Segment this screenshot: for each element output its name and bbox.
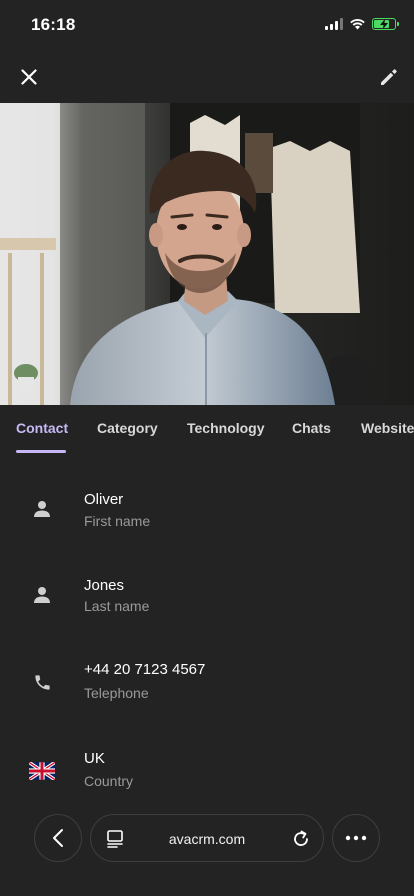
reload-icon[interactable] (291, 829, 311, 849)
more-button[interactable] (332, 814, 380, 862)
status-bar: 16:18 (0, 0, 414, 50)
last-name-value: Jones (84, 577, 125, 594)
tab-contact[interactable]: Contact (16, 420, 68, 436)
telephone-value: +44 20 7123 4567 (84, 661, 206, 678)
country-label: Country (84, 773, 134, 789)
browser-bar: avacrm.com (0, 812, 414, 864)
field-country[interactable]: UK Country (0, 741, 414, 801)
field-first-name[interactable]: Oliver First name (0, 482, 414, 542)
battery-charging-icon (372, 17, 399, 30)
edit-pencil-icon (381, 69, 397, 85)
wifi-icon (350, 19, 365, 30)
edit-button[interactable] (374, 62, 404, 92)
status-time: 16:18 (31, 15, 76, 34)
uk-flag-icon (29, 758, 55, 784)
last-name-label: Last name (84, 598, 150, 614)
field-telephone[interactable]: +44 20 7123 4567 Telephone (0, 652, 414, 712)
back-button[interactable] (34, 814, 82, 862)
first-name-label: First name (84, 513, 151, 529)
close-icon (21, 69, 37, 85)
back-icon (53, 829, 63, 847)
active-tab-indicator (16, 450, 66, 453)
close-button[interactable] (14, 62, 44, 92)
tab-technology[interactable]: Technology (187, 420, 265, 436)
tab-bar: Contact Category Technology Chats Websit… (0, 405, 414, 453)
tab-website[interactable]: Website (361, 420, 414, 436)
person-icon (29, 496, 55, 522)
top-bar (0, 56, 414, 98)
tab-category[interactable]: Category (97, 420, 158, 436)
telephone-label: Telephone (84, 685, 149, 701)
field-last-name[interactable]: Jones Last name (0, 568, 414, 628)
country-value: UK (84, 750, 105, 767)
url-text: avacrm.com (168, 831, 246, 847)
signal-icon (325, 17, 343, 30)
status-icons (325, 17, 399, 30)
tab-chats[interactable]: Chats (292, 420, 331, 436)
phone-icon (29, 669, 55, 695)
address-bar[interactable]: avacrm.com (90, 814, 324, 862)
more-icon (345, 835, 367, 841)
person-icon (29, 582, 55, 608)
profile-photo (0, 103, 414, 405)
first-name-value: Oliver (84, 491, 124, 508)
